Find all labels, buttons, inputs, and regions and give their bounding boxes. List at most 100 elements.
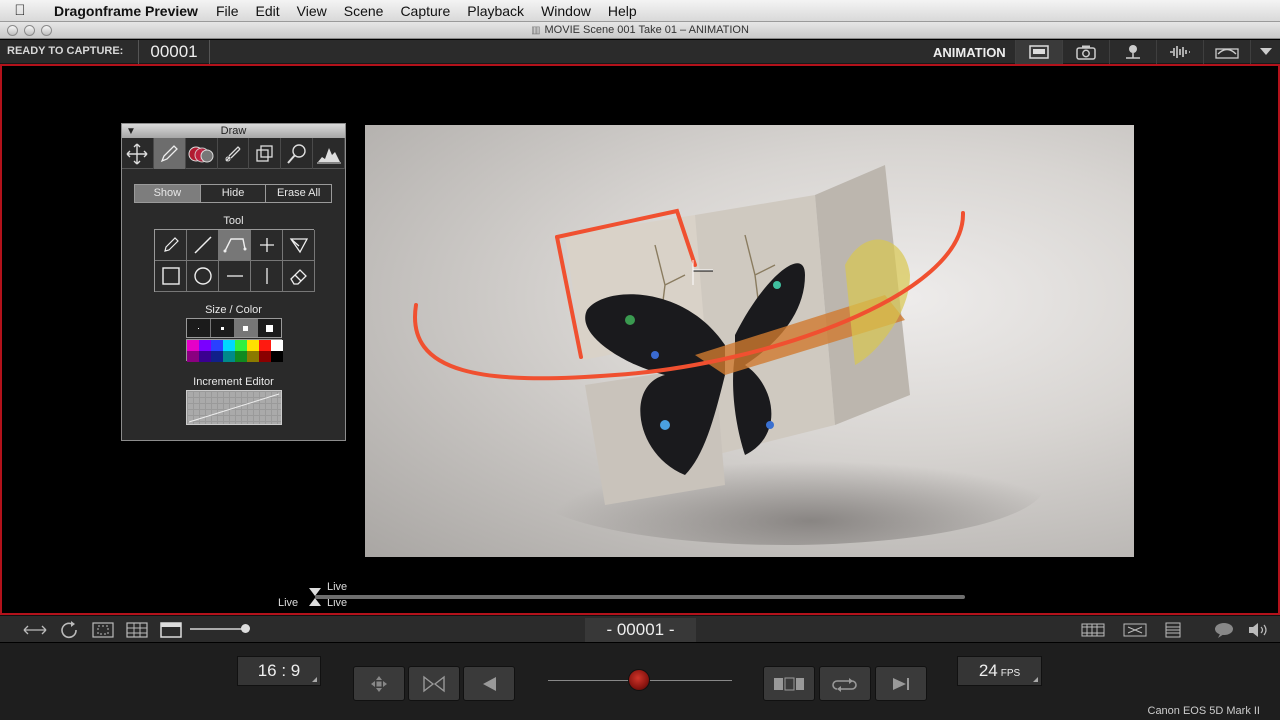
show-button[interactable]: Show bbox=[135, 185, 201, 202]
opacity-slider[interactable] bbox=[190, 624, 250, 633]
increment-editor-label: Increment Editor bbox=[193, 376, 274, 388]
step-back-button[interactable] bbox=[463, 666, 515, 701]
zoom-window-button[interactable] bbox=[41, 25, 52, 36]
step-to-live-button[interactable] bbox=[408, 666, 460, 701]
color-swatch[interactable] bbox=[187, 340, 199, 351]
aspect-ratio-selector[interactable]: 16 : 9 bbox=[237, 656, 321, 686]
color-swatch[interactable] bbox=[235, 340, 247, 351]
motion-control-icon[interactable] bbox=[1203, 40, 1250, 64]
opacity-slider-knob[interactable] bbox=[241, 624, 250, 633]
menu-window[interactable]: Window bbox=[541, 3, 591, 19]
color-swatch[interactable] bbox=[199, 351, 211, 362]
brush-size-picker bbox=[186, 318, 282, 338]
playhead-icon[interactable] bbox=[308, 587, 322, 612]
pencil-tool-icon[interactable] bbox=[155, 230, 187, 261]
color-palette bbox=[186, 339, 283, 362]
fps-selector[interactable]: 24 FPS bbox=[957, 656, 1042, 686]
go-to-live-button[interactable] bbox=[875, 666, 927, 701]
current-frame-display[interactable]: - 00001 - bbox=[585, 618, 696, 642]
audio-icon[interactable] bbox=[1156, 40, 1203, 64]
brush-size-3[interactable] bbox=[234, 319, 259, 337]
vertical-line-tool-icon[interactable] bbox=[251, 261, 283, 292]
size-color-label: Size / Color bbox=[205, 304, 262, 316]
color-swatch[interactable] bbox=[223, 351, 235, 362]
window-controls bbox=[7, 25, 52, 36]
menu-playback[interactable]: Playback bbox=[467, 3, 524, 19]
light-icon[interactable] bbox=[1109, 40, 1156, 64]
magnifier-icon[interactable] bbox=[281, 138, 314, 169]
minimize-window-button[interactable] bbox=[24, 25, 35, 36]
color-swatch[interactable] bbox=[247, 351, 259, 362]
fit-width-icon[interactable] bbox=[22, 621, 48, 638]
color-swatch[interactable] bbox=[211, 351, 223, 362]
navigation-button[interactable] bbox=[353, 666, 405, 701]
app-name-menu[interactable]: Dragonframe Preview bbox=[54, 3, 198, 19]
menu-scene[interactable]: Scene bbox=[344, 3, 384, 19]
view-toolbar: - 00001 - bbox=[0, 615, 1280, 642]
erase-all-button[interactable]: Erase All bbox=[266, 185, 331, 202]
arrow-tool-icon[interactable] bbox=[283, 230, 315, 261]
pencil-icon[interactable] bbox=[153, 138, 186, 169]
window-titlebar: ▥ MOVIE Scene 001 Take 01 – ANIMATION bbox=[0, 22, 1280, 39]
close-window-button[interactable] bbox=[7, 25, 18, 36]
chat-icon[interactable] bbox=[1214, 621, 1234, 638]
playback-shuttle[interactable] bbox=[548, 669, 732, 691]
visibility-segmented-control: Show Hide Erase All bbox=[134, 184, 332, 203]
color-swatch[interactable] bbox=[199, 340, 211, 351]
camera-icon[interactable] bbox=[1062, 40, 1109, 64]
circle-tool-icon[interactable] bbox=[187, 261, 219, 292]
live-view-area[interactable]: ▼ Draw Show Hide Erase All Tool Size / C… bbox=[0, 64, 1280, 615]
menu-capture[interactable]: Capture bbox=[400, 3, 450, 19]
increment-editor[interactable] bbox=[186, 390, 282, 425]
rotate-icon[interactable] bbox=[59, 620, 81, 638]
volume-icon[interactable] bbox=[1247, 621, 1273, 638]
safe-area-icon[interactable] bbox=[92, 621, 114, 638]
grid-icon[interactable] bbox=[126, 621, 148, 638]
color-layers-icon[interactable] bbox=[186, 138, 218, 169]
color-swatch[interactable] bbox=[235, 351, 247, 362]
document-icon: ▥ bbox=[531, 25, 541, 36]
draw-panel-title: Draw bbox=[220, 125, 247, 137]
curve-tool-icon[interactable] bbox=[219, 230, 251, 261]
collapse-panel-icon[interactable]: ▼ bbox=[126, 125, 136, 139]
brush-size-1[interactable] bbox=[187, 319, 211, 337]
loop-button[interactable] bbox=[819, 666, 871, 701]
hide-button[interactable]: Hide bbox=[201, 185, 267, 202]
timeline-track[interactable] bbox=[315, 595, 965, 599]
color-swatch[interactable] bbox=[247, 340, 259, 351]
film-frames-icon bbox=[774, 677, 804, 690]
shuttle-knob[interactable] bbox=[628, 669, 650, 691]
histogram-icon[interactable] bbox=[313, 138, 346, 169]
line-tool-icon[interactable] bbox=[187, 230, 219, 261]
dropdown-icon[interactable] bbox=[1250, 40, 1280, 64]
color-swatch[interactable] bbox=[223, 340, 235, 351]
horizontal-line-tool-icon[interactable] bbox=[219, 261, 251, 292]
frame-view-icon[interactable] bbox=[1015, 40, 1062, 64]
apple-icon[interactable]:  bbox=[0, 2, 40, 19]
rectangle-tool-icon[interactable] bbox=[155, 261, 187, 292]
menu-view[interactable]: View bbox=[297, 3, 327, 19]
pen-icon[interactable] bbox=[218, 138, 250, 169]
draw-panel-titlebar[interactable]: ▼ Draw bbox=[122, 124, 345, 138]
move-icon[interactable] bbox=[122, 138, 154, 169]
brush-size-2[interactable] bbox=[210, 319, 235, 337]
list-view-icon[interactable] bbox=[1163, 621, 1183, 638]
fps-unit: FPS bbox=[1000, 668, 1021, 679]
menu-help[interactable]: Help bbox=[608, 3, 637, 19]
color-swatch[interactable] bbox=[211, 340, 223, 351]
short-play-button[interactable] bbox=[763, 666, 815, 701]
brush-size-4[interactable] bbox=[258, 319, 281, 337]
menu-edit[interactable]: Edit bbox=[256, 3, 280, 19]
color-swatch[interactable] bbox=[259, 351, 271, 362]
eraser-tool-icon[interactable] bbox=[283, 261, 315, 292]
layers-icon[interactable] bbox=[249, 138, 282, 169]
menu-file[interactable]: File bbox=[216, 3, 239, 19]
xsheet-icon[interactable] bbox=[1123, 621, 1147, 638]
crosshair-tool-icon[interactable] bbox=[251, 230, 283, 261]
color-swatch[interactable] bbox=[271, 351, 283, 362]
mask-icon[interactable] bbox=[160, 621, 182, 638]
filmstrip-icon[interactable] bbox=[1081, 621, 1105, 638]
color-swatch[interactable] bbox=[271, 340, 283, 351]
color-swatch[interactable] bbox=[259, 340, 271, 351]
color-swatch[interactable] bbox=[187, 351, 199, 362]
